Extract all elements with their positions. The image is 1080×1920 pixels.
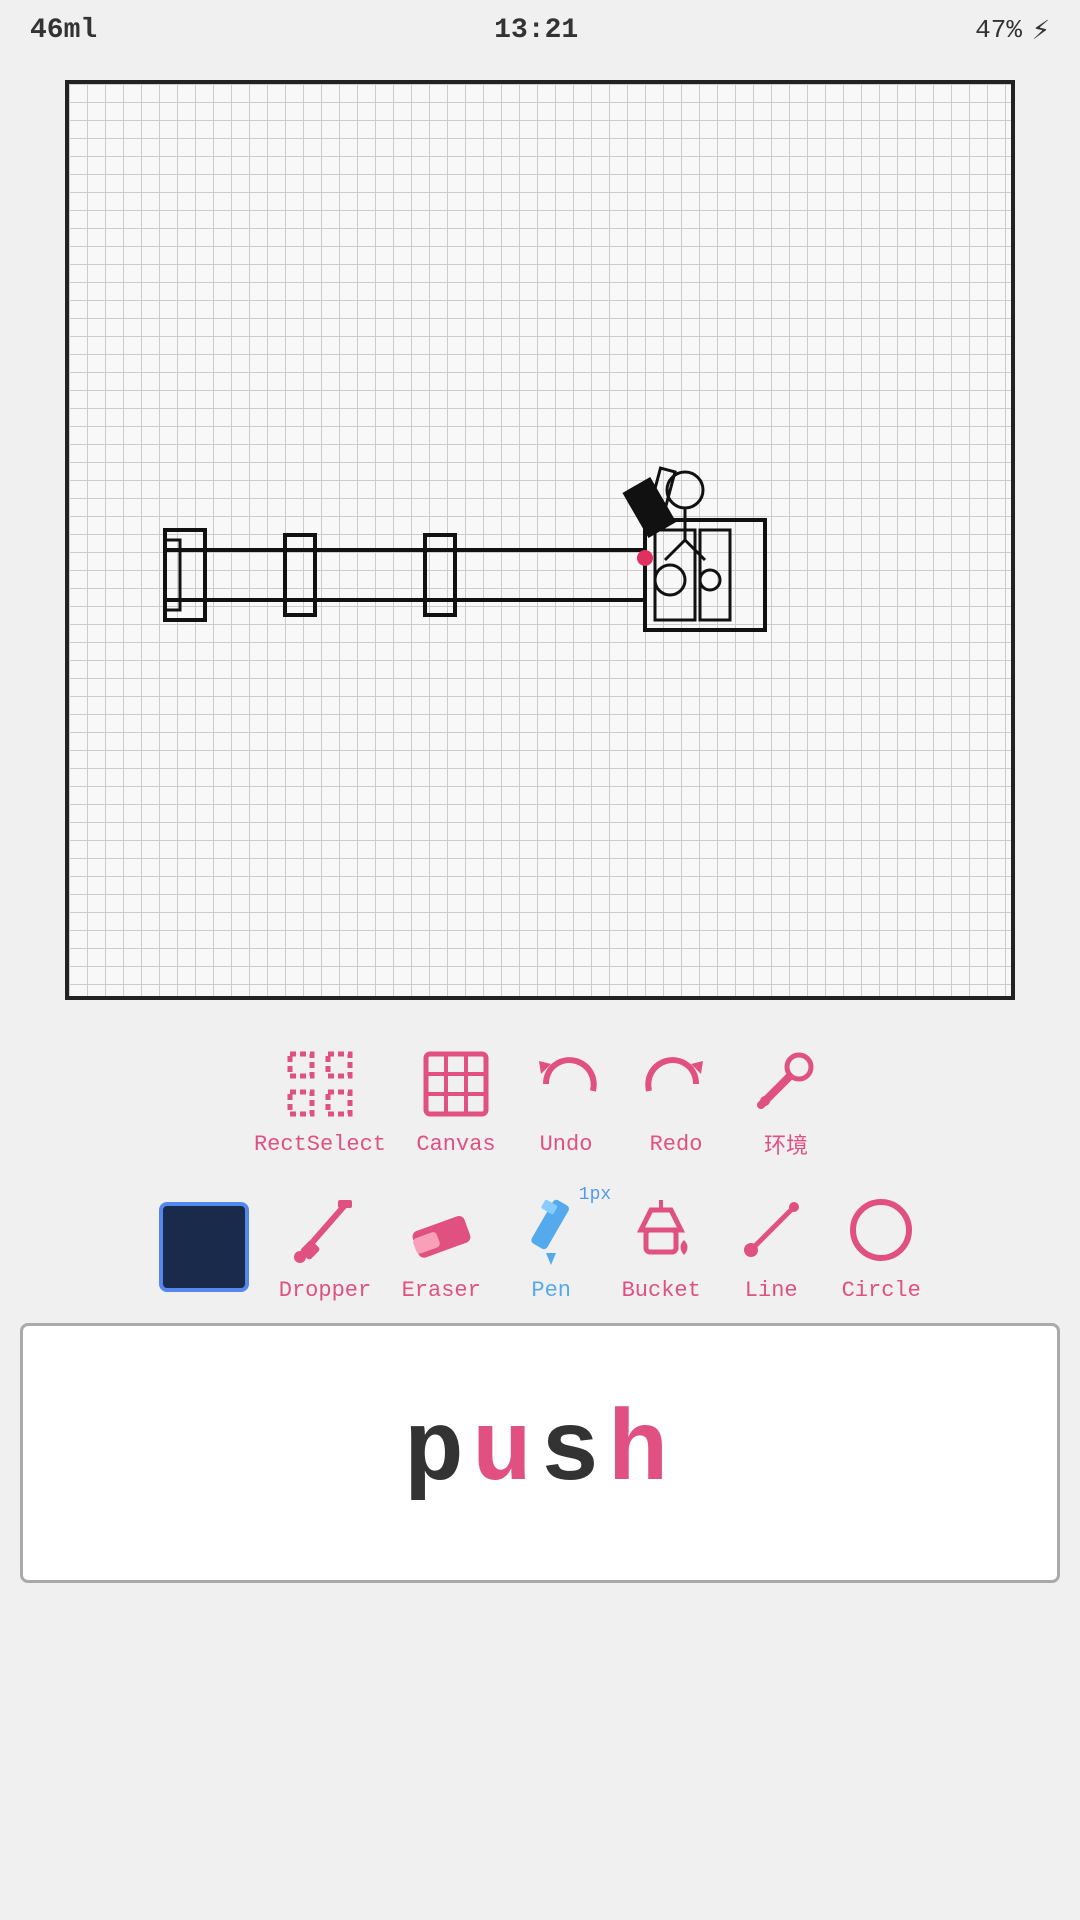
push-p: p — [404, 1397, 472, 1510]
battery-icon: ⚡ — [1032, 12, 1050, 49]
tool-rect-select[interactable]: RectSelect — [254, 1044, 386, 1157]
tool-canvas[interactable]: Canvas — [416, 1044, 496, 1157]
bottom-panel: push — [20, 1323, 1060, 1583]
status-battery-area: 47% ⚡ — [975, 12, 1050, 49]
canvas-label: Canvas — [416, 1132, 495, 1157]
push-logo: push — [404, 1397, 676, 1510]
status-time: 13:21 — [494, 15, 578, 46]
eraser-icon — [401, 1190, 481, 1270]
undo-icon — [526, 1044, 606, 1124]
tool-dropper[interactable]: Dropper — [279, 1190, 371, 1303]
rect-select-icon — [280, 1044, 360, 1124]
tool-bucket[interactable]: Bucket — [621, 1190, 701, 1303]
settings-label: 环境 — [764, 1128, 808, 1160]
status-bar: 46ml 13:21 47% ⚡ — [0, 0, 1080, 60]
tool-color-swatch[interactable] — [159, 1202, 249, 1292]
rect-select-label: RectSelect — [254, 1132, 386, 1157]
tool-eraser[interactable]: Eraser — [401, 1190, 481, 1303]
line-label: Line — [745, 1278, 798, 1303]
canvas-icon — [416, 1044, 496, 1124]
tool-undo[interactable]: Undo — [526, 1044, 606, 1157]
pen-label: Pen — [531, 1278, 571, 1303]
push-s: s — [540, 1397, 608, 1510]
eraser-label: Eraser — [402, 1278, 481, 1303]
toolbar-row-1: RectSelect Canvas Undo — [0, 1020, 1080, 1170]
pixel-art-drawing — [155, 420, 855, 720]
tool-settings[interactable]: 环境 — [746, 1040, 826, 1160]
line-icon — [731, 1190, 811, 1270]
dropper-label: Dropper — [279, 1278, 371, 1303]
pen-size-badge: 1px — [579, 1185, 611, 1205]
dropper-icon — [285, 1190, 365, 1270]
bucket-label: Bucket — [622, 1278, 701, 1303]
status-signal: 46ml — [30, 15, 97, 46]
push-u: u — [472, 1397, 540, 1510]
bucket-icon — [621, 1190, 701, 1270]
circle-label: Circle — [842, 1278, 921, 1303]
undo-label: Undo — [540, 1132, 593, 1157]
status-battery-percent: 47% — [975, 15, 1022, 45]
tool-line[interactable]: Line — [731, 1190, 811, 1303]
redo-icon — [636, 1044, 716, 1124]
toolbar-row-2: Dropper Eraser 1px Pen — [0, 1170, 1080, 1313]
tool-redo[interactable]: Redo — [636, 1044, 716, 1157]
pixel-canvas[interactable] — [65, 80, 1015, 1000]
push-h: h — [608, 1397, 676, 1510]
settings-icon — [746, 1040, 826, 1120]
redo-label: Redo — [650, 1132, 703, 1157]
pen-icon: 1px — [511, 1190, 591, 1270]
circle-icon — [841, 1190, 921, 1270]
tool-pen[interactable]: 1px Pen — [511, 1190, 591, 1303]
color-swatch-box[interactable] — [159, 1202, 249, 1292]
tool-circle[interactable]: Circle — [841, 1190, 921, 1303]
